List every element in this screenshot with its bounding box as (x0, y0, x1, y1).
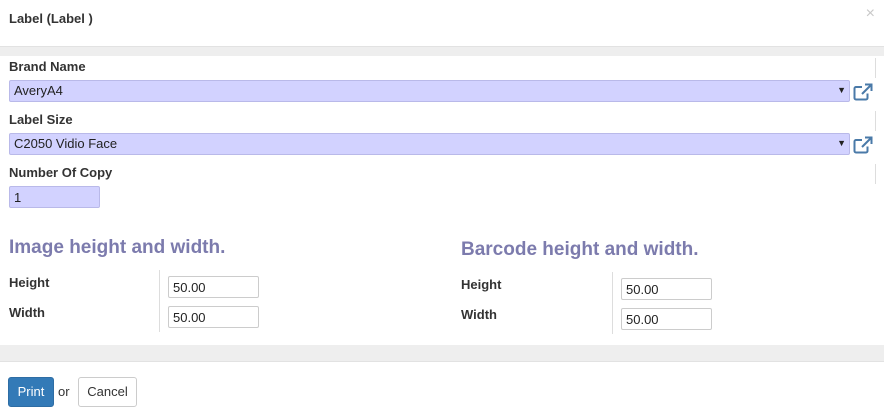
print-button[interactable]: Print (8, 377, 54, 407)
external-link-icon[interactable] (853, 136, 873, 154)
label-size-select[interactable]: C2050 Vidio Face ▼ (9, 133, 850, 155)
barcode-height-label: Height (461, 277, 502, 292)
image-width-label: Width (9, 305, 45, 320)
barcode-width-label: Width (461, 307, 497, 322)
brand-name-value: AveryA4 (14, 83, 63, 98)
barcode-section-title: Barcode height and width. (461, 239, 699, 260)
dialog-title: Label (Label ) (9, 11, 93, 26)
or-text: or (58, 384, 70, 399)
barcode-section-separator (612, 272, 613, 334)
field-rule (875, 58, 876, 78)
label-size-label: Label Size (9, 112, 73, 127)
image-width-input[interactable]: 50.00 (168, 306, 259, 328)
image-section-title: Image height and width. (9, 237, 226, 258)
label-dialog: Label (Label ) × Brand Name AveryA4 ▼ La… (0, 0, 884, 411)
cancel-button[interactable]: Cancel (78, 377, 137, 407)
caret-down-icon: ▼ (837, 138, 846, 148)
label-size-value: C2050 Vidio Face (14, 136, 118, 151)
field-rule (875, 164, 876, 184)
brand-name-select[interactable]: AveryA4 ▼ (9, 80, 850, 102)
image-section-separator (159, 270, 160, 332)
dialog-header: Label (Label ) × (0, 0, 884, 46)
external-link-icon[interactable] (853, 83, 873, 101)
number-of-copy-label: Number Of Copy (9, 165, 113, 180)
barcode-height-input[interactable]: 50.00 (621, 278, 712, 300)
field-rule (875, 111, 876, 131)
number-of-copy-input[interactable]: 1 (9, 186, 100, 208)
brand-name-label: Brand Name (9, 59, 86, 74)
barcode-width-input[interactable]: 50.00 (621, 308, 712, 330)
image-height-label: Height (9, 275, 50, 290)
close-icon[interactable]: × (866, 4, 875, 24)
caret-down-icon: ▼ (837, 85, 846, 95)
header-divider (0, 46, 884, 56)
image-height-input[interactable]: 50.00 (168, 276, 259, 298)
footer-divider (0, 345, 884, 362)
